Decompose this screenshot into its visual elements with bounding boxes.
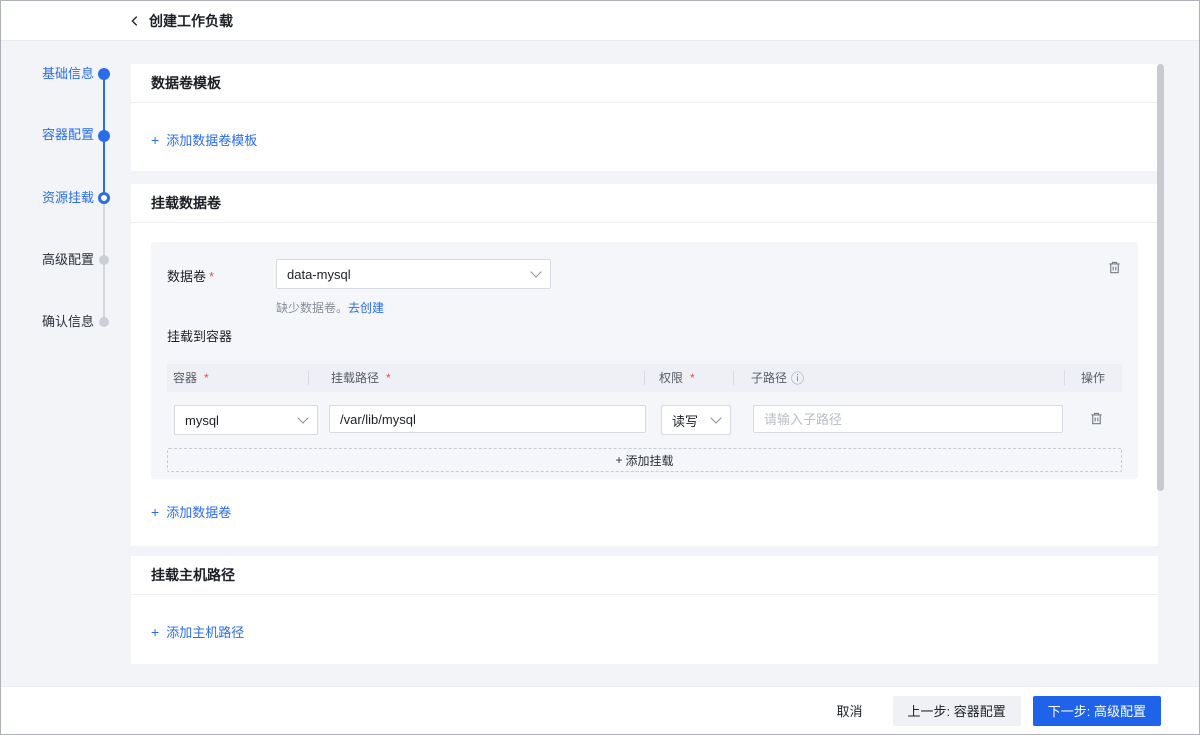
permission-select[interactable]: 读写: [661, 405, 731, 435]
go-create-link[interactable]: 去创建: [348, 301, 384, 315]
cancel-button[interactable]: 取消: [827, 696, 873, 726]
mount-path-input[interactable]: [329, 405, 646, 433]
column-separator: [644, 371, 645, 385]
plus-icon: +: [615, 453, 622, 467]
page-title: 创建工作负载: [149, 11, 233, 31]
step-label: 高级配置: [42, 251, 94, 269]
volume-field-label: 数据卷*: [167, 266, 214, 285]
step-label: 确认信息: [42, 313, 94, 331]
col-header-mount-path: 挂载路径*: [331, 364, 391, 392]
volume-missing-hint: 缺少数据卷。去创建: [276, 299, 384, 316]
col-header-text: 容器: [173, 364, 197, 392]
back-button[interactable]: [128, 14, 142, 28]
delete-mount-row-button[interactable]: [1089, 411, 1104, 426]
step-dot-current: [98, 192, 110, 204]
col-header-permission: 权限*: [659, 364, 695, 392]
step-dot-done: [98, 130, 110, 142]
add-volume-template-label: 添加数据卷模板: [166, 130, 257, 149]
required-mark: *: [209, 269, 214, 284]
required-mark: *: [386, 364, 391, 392]
prev-step-button[interactable]: 上一步: 容器配置: [893, 696, 1021, 726]
required-mark: *: [690, 364, 695, 392]
chevron-down-icon: [297, 412, 308, 423]
step-label: 容器配置: [42, 126, 94, 144]
add-data-volume-button[interactable]: + 添加数据卷: [151, 502, 231, 521]
volume-select[interactable]: data-mysql: [276, 259, 551, 289]
container-select-value: mysql: [185, 413, 219, 428]
scrollbar-thumb[interactable]: [1157, 64, 1164, 491]
trash-icon: [1107, 260, 1122, 275]
footer-action-bar: 取消 上一步: 容器配置 下一步: 高级配置: [1, 686, 1199, 734]
section-title: 挂载主机路径: [131, 556, 1158, 595]
trash-icon: [1089, 411, 1104, 426]
col-header-text: 操作: [1081, 364, 1105, 392]
container-select[interactable]: mysql: [174, 405, 318, 435]
col-header-text: 挂载路径: [331, 364, 379, 392]
step-label: 基础信息: [42, 65, 94, 83]
subpath-input[interactable]: [753, 405, 1063, 433]
volume-card: 数据卷* data-mysql 缺少数据卷。去创建 挂载到容器 容器*: [151, 242, 1138, 479]
step-dot-pending: [99, 317, 109, 327]
mount-table-header: 容器* 挂载路径* 权限* 子路径 ⓘ: [167, 364, 1122, 392]
next-step-button[interactable]: 下一步: 高级配置: [1033, 696, 1161, 726]
col-header-text: 权限: [659, 364, 683, 392]
add-mount-label: 添加挂载: [626, 452, 674, 469]
col-header-text: 子路径: [751, 364, 787, 392]
plus-icon: +: [151, 625, 159, 639]
col-header-action: 操作: [1081, 364, 1105, 392]
plus-icon: +: [151, 133, 159, 147]
add-host-path-label: 添加主机路径: [166, 622, 244, 641]
column-separator: [733, 371, 734, 385]
plus-icon: +: [151, 505, 159, 519]
add-mount-button[interactable]: + 添加挂载: [167, 448, 1122, 472]
step-label: 资源挂载: [42, 189, 94, 207]
step-dot-done: [98, 68, 110, 80]
column-separator: [308, 371, 309, 385]
add-data-volume-label: 添加数据卷: [166, 502, 231, 521]
wizard-stepper: 基础信息 容器配置 资源挂载 高级配置 确认信息: [1, 41, 131, 661]
section-title: 挂载数据卷: [131, 184, 1158, 223]
mount-table: 容器* 挂载路径* 权限* 子路径 ⓘ: [167, 364, 1122, 442]
mount-volume-section: 挂载数据卷 数据卷* data-mysql 缺少数据卷。去创建 挂载到容器 容器…: [131, 184, 1158, 546]
delete-volume-button[interactable]: [1107, 260, 1122, 275]
required-mark: *: [204, 364, 209, 392]
chevron-left-icon: [128, 14, 142, 28]
section-title: 数据卷模板: [131, 64, 1158, 103]
hint-text: 缺少数据卷。: [276, 301, 348, 315]
add-volume-template-button[interactable]: + 添加数据卷模板: [151, 130, 257, 149]
col-header-subpath: 子路径 ⓘ: [751, 364, 804, 392]
chevron-down-icon: [530, 266, 541, 277]
permission-select-value: 读写: [672, 411, 698, 430]
volume-select-value: data-mysql: [287, 267, 351, 282]
chevron-down-icon: [710, 412, 721, 423]
volume-label-text: 数据卷: [167, 269, 206, 284]
create-workload-page: 创建工作负载 基础信息 容器配置 资源挂载 高级配置 确认信息 数据卷模板 +: [0, 0, 1200, 735]
host-path-section: 挂载主机路径 + 添加主机路径: [131, 556, 1158, 664]
volume-template-section: 数据卷模板 + 添加数据卷模板: [131, 64, 1158, 171]
add-host-path-button[interactable]: + 添加主机路径: [151, 622, 244, 641]
mount-to-container-label: 挂载到容器: [167, 326, 232, 345]
col-header-container: 容器*: [173, 364, 209, 392]
info-icon[interactable]: ⓘ: [791, 372, 804, 385]
step-dot-pending: [99, 255, 109, 265]
page-header: 创建工作负载: [1, 1, 1199, 41]
column-separator: [1064, 371, 1065, 385]
